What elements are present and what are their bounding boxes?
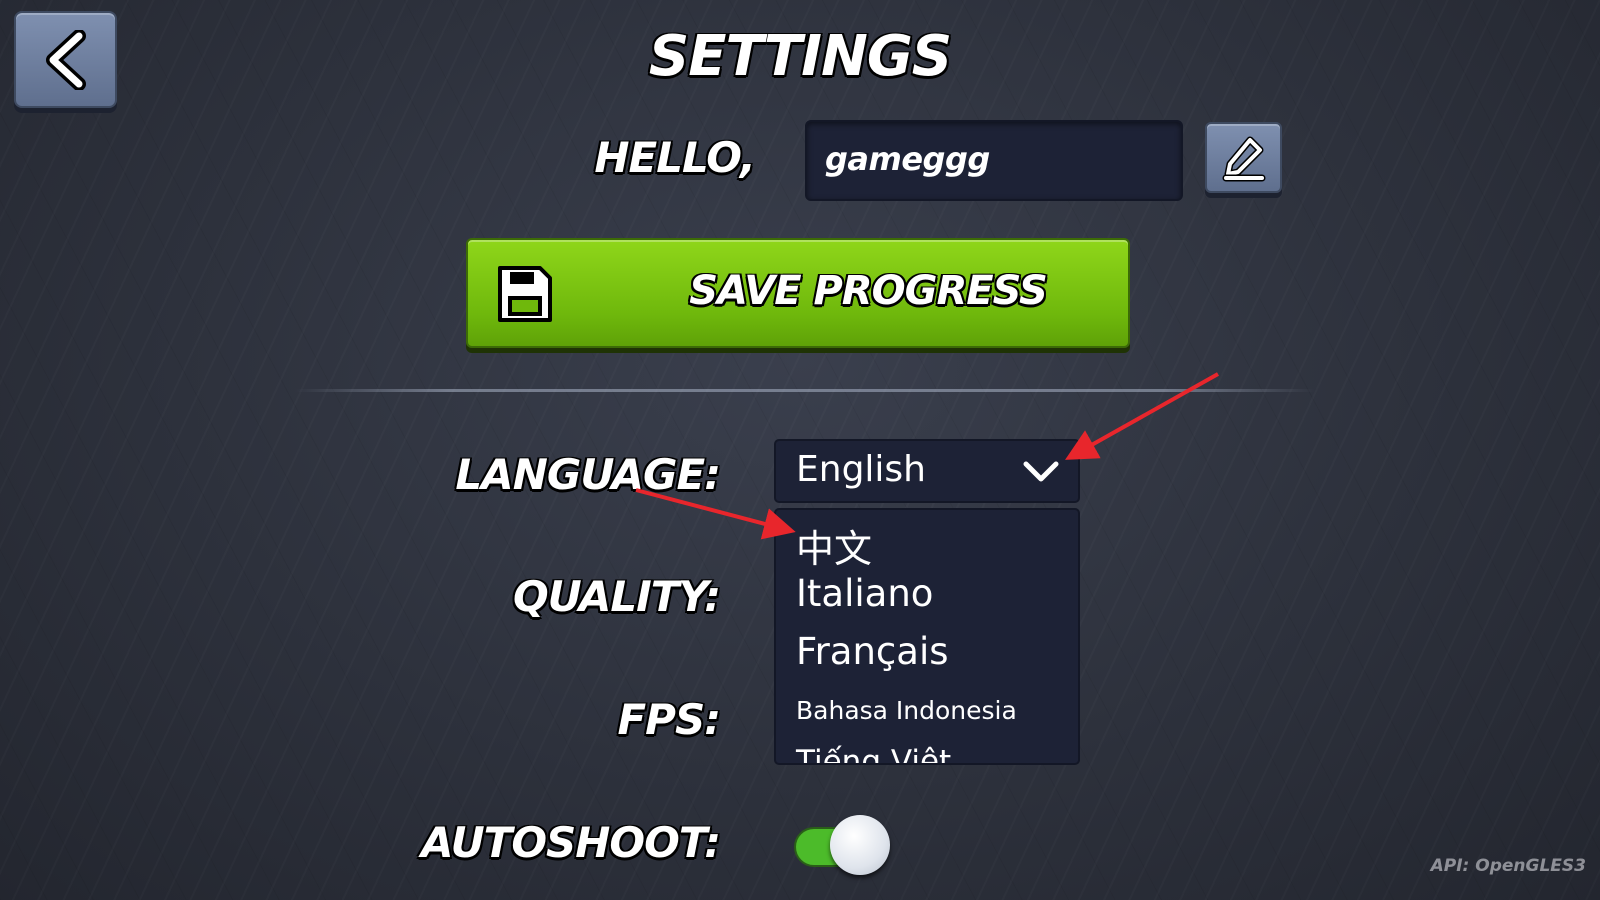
section-divider bbox=[295, 389, 1315, 392]
hello-label: HELLO, bbox=[594, 133, 756, 182]
save-progress-button[interactable]: SAVE PROGRESS bbox=[466, 238, 1130, 348]
pencil-icon bbox=[1222, 136, 1265, 181]
language-option-italian[interactable]: Italiano bbox=[796, 572, 933, 615]
language-selected-value: English bbox=[796, 449, 926, 490]
language-option-indonesian[interactable]: Bahasa Indonesia bbox=[796, 696, 1017, 725]
quality-label: QUALITY: bbox=[512, 572, 721, 621]
floppy-disk-icon bbox=[498, 266, 552, 322]
autoshoot-label: AUTOSHOOT: bbox=[420, 818, 721, 867]
language-option-french[interactable]: Français bbox=[796, 630, 949, 673]
language-option-vietnamese[interactable]: Tiếng Việt bbox=[796, 744, 951, 763]
autoshoot-toggle[interactable] bbox=[792, 815, 892, 875]
edit-name-button[interactable] bbox=[1205, 122, 1282, 193]
username-field[interactable]: gameggg bbox=[805, 120, 1183, 201]
chevron-down-icon bbox=[1023, 461, 1059, 482]
toggle-knob bbox=[830, 815, 890, 875]
page-title: SETTINGS bbox=[648, 24, 952, 89]
language-dropdown-list[interactable]: 中文 Italiano Français Bahasa Indonesia Ti… bbox=[774, 508, 1080, 765]
language-label: LANGUAGE: bbox=[455, 450, 721, 499]
api-label: API: OpenGLES3 bbox=[1430, 856, 1586, 876]
save-progress-label: SAVE PROGRESS bbox=[689, 268, 1048, 314]
language-option-chinese[interactable]: 中文 bbox=[796, 518, 872, 573]
annotation-arrow-dropdown bbox=[1065, 372, 1219, 460]
language-select[interactable]: English bbox=[774, 439, 1080, 503]
fps-label: FPS: bbox=[617, 695, 721, 744]
